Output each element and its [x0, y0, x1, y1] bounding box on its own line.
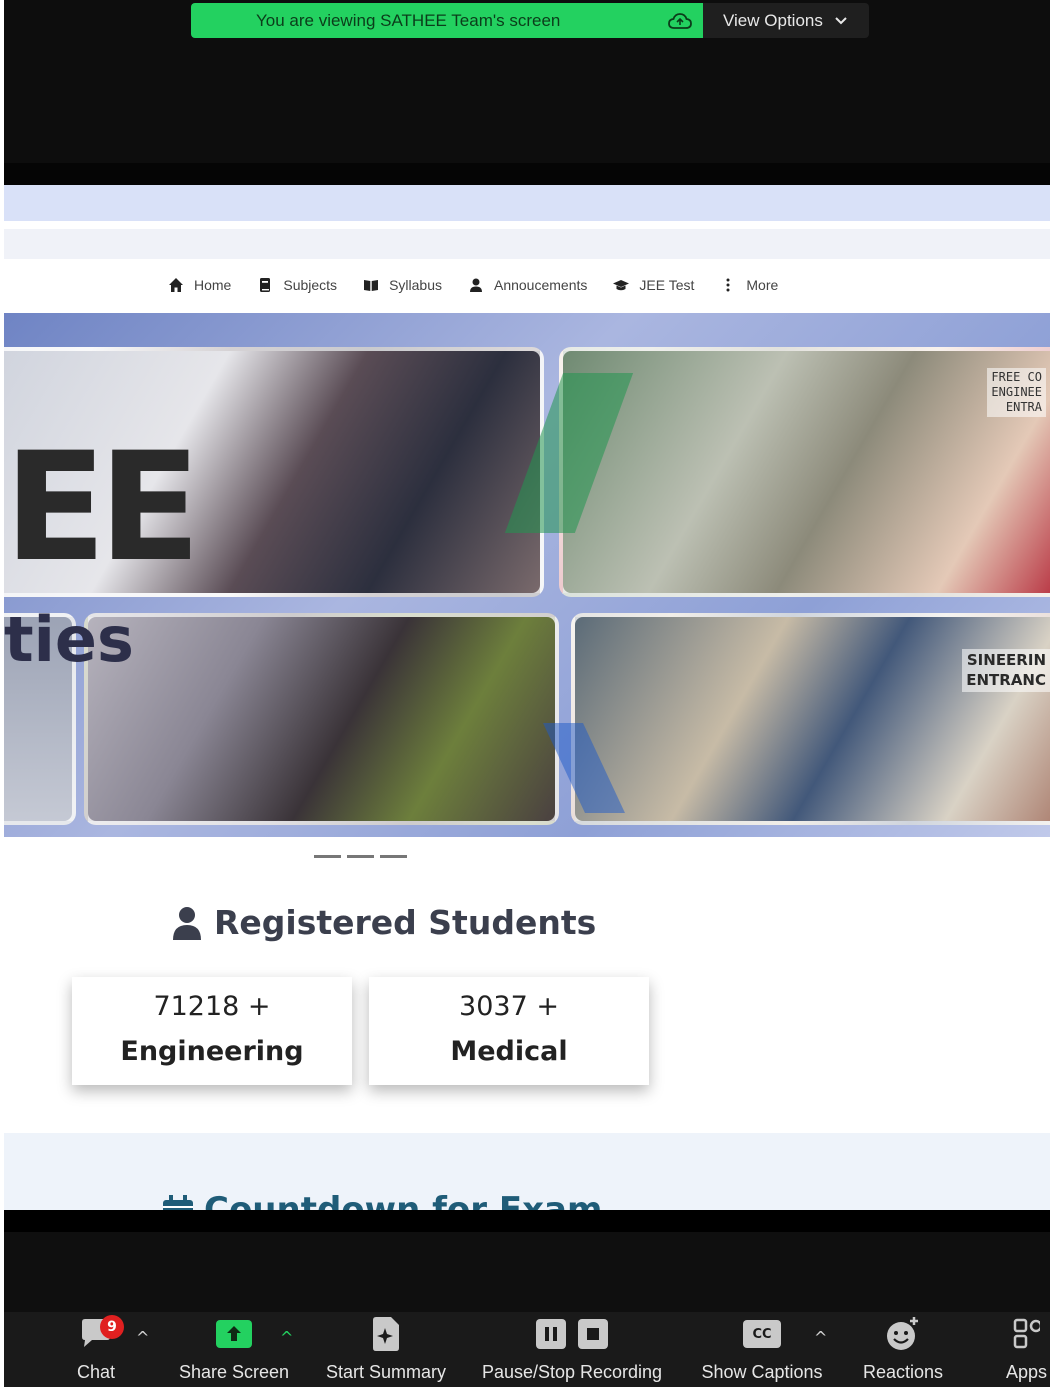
- hero-big-letters: EE: [4, 421, 201, 595]
- chat-unread-badge: 9: [100, 1315, 124, 1339]
- home-icon: [169, 278, 183, 292]
- book-icon: [260, 278, 271, 292]
- show-captions-label: Show Captions: [701, 1362, 823, 1382]
- site-nav: Home Subjects Syllabus Annoucements JEE …: [168, 277, 778, 293]
- smiley-plus-icon: [887, 1317, 918, 1350]
- cloud-icon: [668, 13, 692, 29]
- carousel-indicator[interactable]: [314, 855, 341, 858]
- calendar-icon: [163, 1195, 193, 1210]
- start-summary-button[interactable]: Start Summary: [316, 1312, 456, 1387]
- chat-caret-icon[interactable]: ^: [136, 1328, 150, 1347]
- header-band: [4, 229, 1050, 259]
- share-caret-icon[interactable]: ^: [280, 1328, 294, 1347]
- shared-screen: Home Subjects Syllabus Annoucements JEE …: [4, 185, 1050, 1210]
- hero-photo: [559, 347, 1050, 597]
- meeting-toolbar: Chat 9 ^ Share Screen ^ Start Summary Pa…: [4, 1312, 1050, 1387]
- user-icon: [469, 278, 482, 292]
- hero-word-fragment: ties: [4, 603, 134, 676]
- person-icon: [173, 906, 201, 940]
- more-vertical-icon: [726, 278, 730, 292]
- stat-label: Engineering: [120, 1036, 304, 1067]
- carousel-indicator[interactable]: [347, 855, 374, 858]
- show-captions-button[interactable]: CC Show Captions: [694, 1312, 830, 1387]
- apps-label: Apps: [1006, 1362, 1048, 1382]
- viewing-indicator: You are viewing SATHEE Team's screen: [191, 3, 703, 38]
- stop-icon: [578, 1319, 608, 1349]
- apps-button[interactable]: Apps: [1006, 1312, 1050, 1387]
- nav-item-announcements[interactable]: Annoucements: [468, 277, 587, 293]
- pause-stop-recording-button[interactable]: Pause/Stop Recording: [472, 1312, 672, 1387]
- browser-band: [4, 185, 1050, 221]
- chat-label: Chat: [76, 1362, 116, 1382]
- stat-card-engineering: 71218 + Engineering: [72, 977, 352, 1085]
- photo-banner-text: FREE CO ENGINEE ENTRA: [987, 368, 1046, 417]
- carousel-indicators: [314, 855, 407, 858]
- reactions-button[interactable]: Reactions: [856, 1312, 950, 1387]
- hero-photo: [571, 613, 1050, 825]
- nav-item-subjects[interactable]: Subjects: [257, 277, 337, 293]
- chevron-down-icon: [835, 16, 847, 24]
- share-screen-icon: [216, 1320, 252, 1348]
- stat-count: 71218 +: [153, 991, 271, 1022]
- registered-title: Registered Students: [214, 903, 597, 942]
- reactions-label: Reactions: [862, 1362, 944, 1382]
- captions-caret-icon[interactable]: ^: [814, 1328, 828, 1347]
- hero-carousel[interactable]: EE ties FREE CO ENGINEE ENTRA SINEERIN E…: [4, 313, 1050, 837]
- screen-share-banner: You are viewing SATHEE Team's screen Vie…: [191, 3, 869, 38]
- nav-item-jee-test[interactable]: JEE Test: [613, 277, 694, 293]
- registered-students-heading: Registered Students: [172, 903, 596, 942]
- nav-label: Subjects: [283, 277, 338, 293]
- view-options-label: View Options: [723, 10, 823, 30]
- view-options-button[interactable]: View Options: [703, 3, 869, 38]
- document-sparkle-icon: [373, 1317, 399, 1351]
- stat-count: 3037 +: [459, 991, 559, 1022]
- photo-banner-text: SINEERIN ENTRANC: [962, 649, 1050, 692]
- nav-label: Syllabus: [389, 277, 442, 293]
- countdown-title: Countdown for Exam: [204, 1190, 603, 1210]
- graduation-cap-icon: [613, 280, 630, 291]
- start-summary-label: Start Summary: [325, 1362, 447, 1382]
- nav-label: Home: [194, 277, 232, 293]
- nav-item-more[interactable]: More: [720, 277, 778, 293]
- recording-label: Pause/Stop Recording: [481, 1362, 663, 1382]
- nav-label: Annoucements: [493, 277, 588, 293]
- share-screen-button[interactable]: Share Screen: [172, 1312, 296, 1387]
- viewing-message: You are viewing SATHEE Team's screen: [256, 10, 561, 30]
- captions-icon: CC: [743, 1320, 781, 1348]
- stat-card-medical: 3037 + Medical: [369, 977, 649, 1085]
- share-screen-label: Share Screen: [178, 1362, 290, 1382]
- pause-icon: [536, 1319, 566, 1349]
- countdown-heading: Countdown for Exam: [162, 1190, 602, 1210]
- apps-icon: [1013, 1318, 1040, 1349]
- carousel-indicator[interactable]: [380, 855, 407, 858]
- open-book-icon: [364, 280, 379, 291]
- nav-label: JEE Test: [639, 277, 695, 293]
- nav-item-syllabus[interactable]: Syllabus: [363, 277, 442, 293]
- nav-item-home[interactable]: Home: [168, 277, 231, 293]
- nav-label: More: [746, 277, 779, 293]
- stat-label: Medical: [450, 1036, 568, 1067]
- hero-photo: [84, 613, 559, 825]
